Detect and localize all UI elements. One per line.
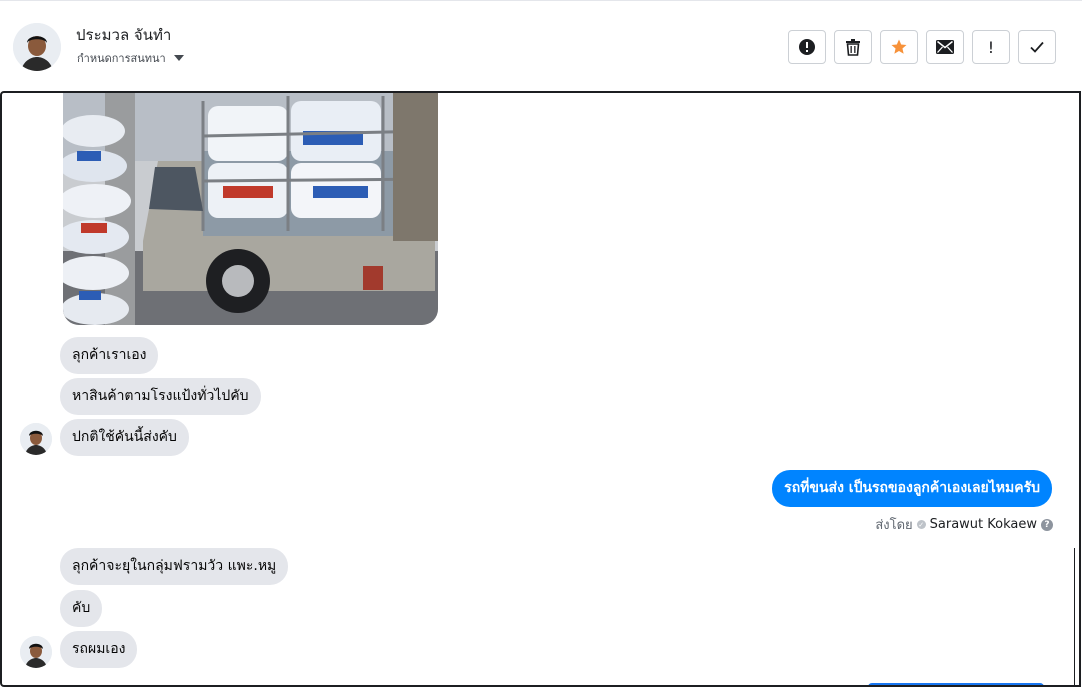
conversation-thread[interactable]: ลุกค้าเราเอง หาสินค้าตามโรงแป้งทั่วไปคับ… <box>0 91 1081 687</box>
trash-icon <box>846 39 860 56</box>
incoming-message[interactable]: หาสินค้าตามโรงแป้งทั่วไปคับ <box>60 378 261 415</box>
conversation-header: ประมวล จันทำ กำหนดการสนทนา ! <box>0 0 1082 91</box>
sender-avatar[interactable] <box>20 636 52 668</box>
check-circle-icon: ✓ <box>916 520 926 529</box>
incoming-message[interactable]: ลุกค้าจะยุในกลุ่มฟรามวัว แพะ.หมู <box>60 548 289 585</box>
outgoing-message[interactable]: รถที่ขนส่ง เป็นรถของลูกค้าเองเลยไหมครับ <box>772 470 1052 507</box>
mark-done-button[interactable] <box>1018 30 1056 64</box>
help-icon[interactable]: ? <box>1041 518 1053 531</box>
follow-up-button[interactable]: ! <box>972 30 1010 64</box>
sent-by-label: ส่งโดย <box>875 518 913 533</box>
delete-button[interactable] <box>834 30 872 64</box>
contact-name: ประมวล จันทำ <box>76 26 172 44</box>
star-icon <box>891 39 907 54</box>
alert-circle-icon <box>799 39 815 55</box>
pickup-truck-photo[interactable] <box>63 93 438 325</box>
new-message-indicator[interactable] <box>868 683 1044 685</box>
assign-conversation-dropdown[interactable]: กำหนดการสนทนา <box>77 49 184 67</box>
incoming-message[interactable]: รถผมเอง <box>60 631 138 668</box>
exclamation-icon: ! <box>987 37 995 57</box>
caret-down-icon <box>173 55 184 61</box>
sender-avatar[interactable] <box>20 423 52 455</box>
mark-spam-button[interactable] <box>788 30 826 64</box>
incoming-message[interactable]: ลุกค้าเราเอง <box>60 337 159 374</box>
mark-unread-button[interactable] <box>926 30 964 64</box>
assign-label: กำหนดการสนทนา <box>77 52 166 65</box>
scrollbar[interactable] <box>1074 548 1079 685</box>
star-button[interactable] <box>880 30 918 64</box>
incoming-message[interactable]: คับ <box>60 590 103 627</box>
incoming-message[interactable]: ปกติใช้คันนี้ส่งคับ <box>60 419 189 456</box>
sent-by-agent: Sarawut Kokaew <box>929 517 1037 532</box>
checkmark-icon <box>1030 41 1044 53</box>
envelope-icon <box>936 40 954 54</box>
sent-by-info: ส่งโดย ✓ Sarawut Kokaew ? <box>875 514 1053 535</box>
contact-avatar[interactable] <box>13 23 61 71</box>
header-actions: ! <box>788 30 1056 64</box>
